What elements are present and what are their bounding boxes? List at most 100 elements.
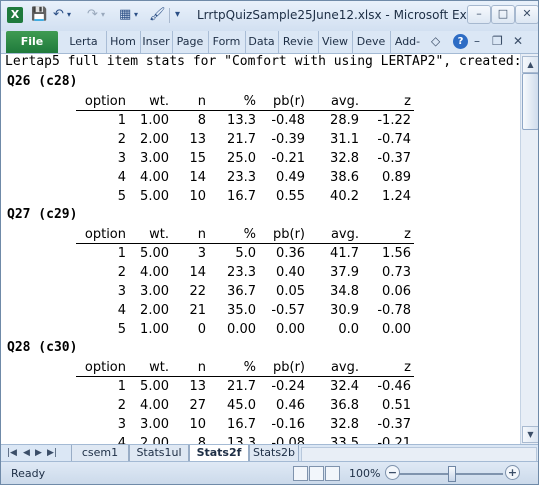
tab-formulas[interactable]: Form [208, 31, 246, 53]
table-cell[interactable]: 13.3 [227, 113, 256, 128]
sheet-tab-stats2f[interactable]: Stats2f [189, 445, 249, 462]
minimize-button[interactable]: – [467, 5, 491, 24]
table-cell[interactable]: -0.37 [377, 417, 411, 432]
table-cell[interactable]: -0.39 [271, 132, 305, 147]
table-cell[interactable]: 2 [118, 132, 126, 147]
table-row[interactable]: 4 2.00 8 13.3 -0.08 33.5 -0.21 [1, 434, 520, 444]
table-cell[interactable]: 35.0 [227, 303, 256, 318]
table-cell[interactable]: 15 [189, 151, 206, 166]
undo-dropdown-icon[interactable]: ▾ [67, 7, 71, 23]
redo-dropdown-icon[interactable]: ▾ [101, 7, 105, 23]
table-cell[interactable]: 0.46 [276, 398, 305, 413]
table-cell[interactable]: 2 [118, 398, 126, 413]
table-cell[interactable]: 40.2 [330, 189, 359, 204]
sheet-tab-csem1[interactable]: csem1 [71, 445, 129, 462]
table-cell[interactable]: -0.21 [377, 436, 411, 444]
tab-insert[interactable]: Inser [140, 31, 173, 53]
table-cell[interactable]: 0.05 [276, 284, 305, 299]
workbook-minimize-icon[interactable]: – [474, 34, 480, 49]
table-cell[interactable]: -0.46 [377, 379, 411, 394]
table-cell[interactable]: 0.0 [338, 322, 359, 337]
undo-icon[interactable]: ↶ [53, 7, 64, 23]
table-row[interactable]: 2 4.00 14 23.3 0.40 37.9 0.73 [1, 263, 520, 282]
save-icon[interactable]: 💾 [31, 7, 47, 23]
zoom-out-icon[interactable]: − [385, 465, 400, 480]
table-cell[interactable]: 5 [118, 189, 126, 204]
table-cell[interactable]: 1 [118, 113, 126, 128]
table-row[interactable]: 3 3.00 22 36.7 0.05 34.8 0.06 [1, 282, 520, 301]
table-row[interactable]: 1 5.00 3 5.0 0.36 41.7 1.56 [1, 244, 520, 263]
table-cell[interactable]: 45.0 [227, 398, 256, 413]
sheet-tab-stats2b[interactable]: Stats2b [249, 445, 299, 462]
table-cell[interactable]: 1 [118, 246, 126, 261]
form-icon[interactable]: ▦ [119, 7, 131, 23]
table-cell[interactable]: 37.9 [330, 265, 359, 280]
maximize-button[interactable]: □ [491, 5, 515, 24]
table-row[interactable]: 2 4.00 27 45.0 0.46 36.8 0.51 [1, 396, 520, 415]
table-cell[interactable]: 5.00 [140, 379, 169, 394]
table-cell[interactable]: 0.36 [276, 246, 305, 261]
table-cell[interactable]: -0.08 [271, 436, 305, 444]
scroll-down-icon[interactable]: ▼ [522, 426, 538, 443]
help-icon[interactable]: ? [453, 34, 468, 49]
redo-icon[interactable]: ↷ [87, 7, 98, 23]
table-cell[interactable]: 21.7 [227, 132, 256, 147]
page-layout-view-icon[interactable] [309, 466, 324, 481]
table-cell[interactable]: -0.37 [377, 151, 411, 166]
table-cell[interactable]: -0.48 [271, 113, 305, 128]
sheet-tab-stats1ul[interactable]: Stats1ul [129, 445, 189, 462]
table-cell[interactable]: 25.0 [227, 151, 256, 166]
table-cell[interactable]: 13 [189, 132, 206, 147]
table-row[interactable]: 4 2.00 21 35.0 -0.57 30.9 -0.78 [1, 301, 520, 320]
table-cell[interactable]: 32.8 [330, 417, 359, 432]
workbook-restore-icon[interactable]: ❐ [492, 34, 503, 49]
table-cell[interactable]: -0.57 [271, 303, 305, 318]
table-cell[interactable]: 21.7 [227, 379, 256, 394]
workbook-close-icon[interactable]: ✕ [513, 34, 523, 49]
first-sheet-icon[interactable]: |◀ [7, 447, 17, 459]
zoom-in-icon[interactable]: + [505, 465, 520, 480]
tab-view[interactable]: View [318, 31, 353, 53]
last-sheet-icon[interactable]: ▶| [47, 447, 57, 459]
table-cell[interactable]: 32.4 [330, 379, 359, 394]
next-sheet-icon[interactable]: ▶ [35, 447, 42, 459]
table-cell[interactable]: 10 [189, 189, 206, 204]
table-cell[interactable]: 2 [118, 265, 126, 280]
table-cell[interactable]: 5.00 [140, 189, 169, 204]
table-cell[interactable]: 22 [189, 284, 206, 299]
table-cell[interactable]: 23.3 [227, 265, 256, 280]
table-cell[interactable]: 28.9 [330, 113, 359, 128]
table-cell[interactable]: 4 [118, 303, 126, 318]
table-cell[interactable]: 0.06 [382, 284, 411, 299]
table-cell[interactable]: 2.00 [140, 436, 169, 444]
table-cell[interactable]: 1.56 [382, 246, 411, 261]
scroll-up-icon[interactable]: ▲ [522, 56, 538, 73]
table-cell[interactable]: 3 [198, 246, 206, 261]
table-cell[interactable]: 36.7 [227, 284, 256, 299]
minimize-ribbon-icon[interactable]: ◇ [431, 34, 440, 49]
table-cell[interactable]: -0.16 [271, 417, 305, 432]
table-cell[interactable]: 5 [118, 322, 126, 337]
table-cell[interactable]: 0.00 [382, 322, 411, 337]
table-row[interactable]: 5 5.00 10 16.7 0.55 40.2 1.24 [1, 187, 520, 206]
table-cell[interactable]: 32.8 [330, 151, 359, 166]
table-cell[interactable]: -0.21 [271, 151, 305, 166]
table-cell[interactable]: 4.00 [140, 398, 169, 413]
table-row[interactable]: 3 3.00 10 16.7 -0.16 32.8 -0.37 [1, 415, 520, 434]
normal-view-icon[interactable] [293, 466, 308, 481]
tab-add-ins[interactable]: Add- [390, 31, 425, 53]
table-cell[interactable]: 0.55 [276, 189, 305, 204]
tab-data[interactable]: Data [245, 31, 279, 53]
table-row[interactable]: 2 2.00 13 21.7 -0.39 31.1 -0.74 [1, 130, 520, 149]
table-cell[interactable]: 21 [189, 303, 206, 318]
table-cell[interactable]: 3.00 [140, 284, 169, 299]
table-cell[interactable]: -0.24 [271, 379, 305, 394]
file-tab[interactable]: File [6, 31, 58, 53]
table-cell[interactable]: 3.00 [140, 151, 169, 166]
table-cell[interactable]: 27 [189, 398, 206, 413]
table-cell[interactable]: 0.49 [276, 170, 305, 185]
table-cell[interactable]: 0.00 [276, 322, 305, 337]
form-dropdown-icon[interactable]: ▾ [134, 7, 138, 23]
table-cell[interactable]: 13 [189, 379, 206, 394]
table-cell[interactable]: 33.5 [330, 436, 359, 444]
